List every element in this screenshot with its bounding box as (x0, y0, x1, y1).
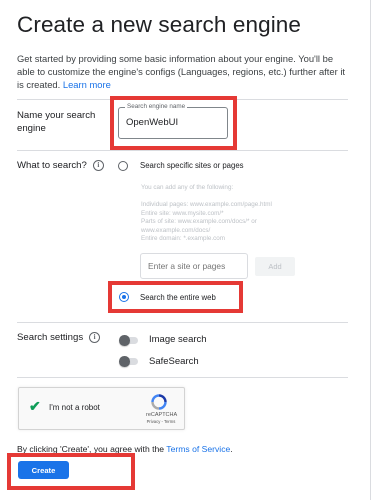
terms-prefix: By clicking 'Create', you agree with the (17, 444, 165, 454)
search-engine-name-field[interactable]: Search engine name (118, 103, 228, 139)
option-entire-web-label[interactable]: Search the entire web (140, 293, 216, 302)
safesearch-toggle[interactable] (119, 356, 139, 367)
recaptcha-links: Privacy - Terms (146, 419, 176, 424)
hint-title: You can add any of the following: (141, 184, 234, 191)
site-input[interactable] (140, 253, 248, 279)
what-to-search-label: What to search? i (17, 160, 104, 173)
terms-suffix: . (230, 444, 233, 454)
hint-line: www.example.com/docs/ (141, 226, 211, 234)
search-engine-name-input[interactable] (126, 117, 218, 128)
option-specific-sites-label[interactable]: Search specific sites or pages (140, 161, 244, 170)
intro-text: Get started by providing some basic info… (17, 52, 352, 91)
hint-line: Entire domain: *.example.com (141, 235, 225, 243)
recaptcha-widget[interactable]: ✔ I'm not a robot reCAPTCHA Privacy - Te… (18, 387, 185, 430)
divider (17, 150, 348, 151)
info-icon[interactable]: i (89, 332, 101, 343)
hint-line: Parts of site: www.example.com/docs/* or (141, 218, 257, 226)
divider (17, 377, 348, 378)
add-button[interactable]: Add (255, 257, 295, 276)
image-search-label: Image search (149, 334, 207, 345)
name-section-label: Name your search engine (17, 110, 96, 134)
terms-notice: By clicking 'Create', you agree with the… (17, 444, 233, 454)
hint-line: Individual pages: www.example.com/page.h… (141, 201, 272, 208)
search-engine-name-label: Search engine name (125, 103, 188, 110)
checkmark-icon[interactable]: ✔ (29, 398, 41, 414)
divider (17, 322, 348, 323)
radio-specific-sites[interactable] (118, 161, 128, 171)
recaptcha-terms-link[interactable]: Terms (164, 419, 175, 424)
divider (17, 99, 348, 100)
page-title: Create a new search engine (17, 12, 302, 37)
recaptcha-privacy-link[interactable]: Privacy (147, 419, 161, 424)
hint-line: Entire site: www.mysite.com/* (141, 209, 224, 217)
create-search-engine-page: Create a new search engine Get started b… (0, 0, 371, 500)
toggle-knob (119, 335, 130, 346)
recaptcha-brand: reCAPTCHA (146, 412, 178, 418)
terms-of-service-link[interactable]: Terms of Service (166, 444, 230, 454)
safesearch-label: SafeSearch (149, 356, 199, 367)
info-icon[interactable]: i (92, 160, 104, 171)
recaptcha-logo-icon (151, 394, 167, 410)
search-settings-label: Search settings i (17, 332, 101, 345)
toggle-knob (119, 356, 130, 367)
search-settings-text: Search settings (17, 332, 84, 344)
learn-more-link[interactable]: Learn more (63, 79, 111, 90)
create-button[interactable]: Create (18, 461, 69, 479)
recaptcha-label: I'm not a robot (49, 403, 100, 412)
image-search-toggle[interactable] (119, 335, 139, 346)
what-to-search-text: What to search? (17, 160, 87, 172)
radio-entire-web[interactable] (119, 292, 129, 302)
